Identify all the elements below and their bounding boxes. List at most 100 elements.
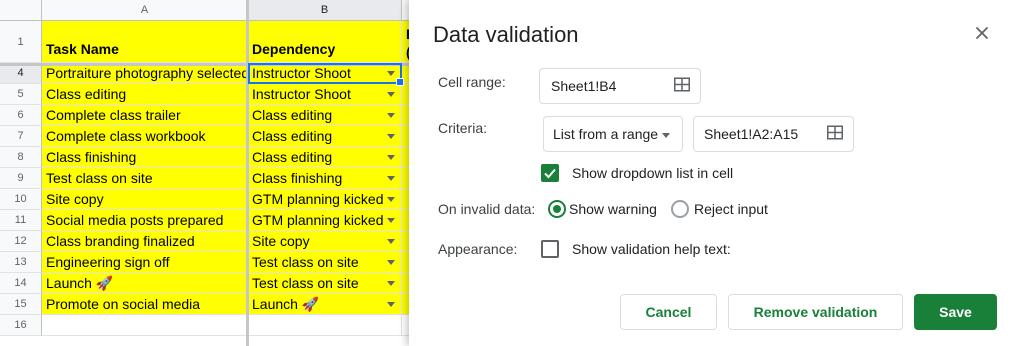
dependency-value: Class finishing (252, 170, 343, 186)
cell-range-value: Sheet1!B4 (551, 78, 617, 94)
dropdown-arrow-icon[interactable] (387, 302, 395, 307)
task-name-cell[interactable]: Class branding finalized (42, 231, 248, 252)
dependency-cell[interactable]: Class editing (248, 105, 402, 126)
task-name-cell[interactable]: Launch 🚀 (42, 273, 248, 294)
task-name-cell[interactable]: Complete class trailer (42, 105, 248, 126)
dependency-value: GTM planning kicked (252, 212, 384, 228)
dropdown-arrow-icon[interactable] (387, 176, 395, 181)
frozen-columns-divider[interactable] (246, 0, 249, 346)
row-number[interactable]: 14 (0, 273, 42, 294)
task-name-cell[interactable]: Site copy (42, 189, 248, 210)
dropdown-arrow-icon[interactable] (387, 281, 395, 286)
dependency-cell[interactable]: GTM planning kicked (248, 189, 402, 210)
row-number[interactable]: 5 (0, 84, 42, 105)
appearance-label: Appearance: (438, 241, 518, 257)
table-row: 15 Promote on social media Launch 🚀 (0, 294, 420, 315)
criteria-type-select[interactable]: List from a range (543, 116, 683, 152)
cell-range-label: Cell range: (438, 74, 506, 90)
check-icon (544, 168, 556, 179)
header-dependency[interactable]: Dependency (248, 21, 402, 63)
row-number[interactable]: 6 (0, 105, 42, 126)
row-number[interactable]: 4 (0, 63, 42, 84)
criteria-range-value: Sheet1!A2:A15 (704, 126, 799, 142)
remove-validation-button[interactable]: Remove validation (728, 294, 903, 330)
row-number[interactable]: 8 (0, 147, 42, 168)
active-cell-selection (248, 63, 404, 86)
table-row: 16 (0, 315, 420, 336)
cell-range-input[interactable]: Sheet1!B4 (539, 68, 701, 104)
dependency-cell[interactable]: Test class on site (248, 252, 402, 273)
dependency-value: Instructor Shoot (252, 86, 351, 102)
reject-input-radio[interactable] (671, 200, 689, 218)
header-task-name[interactable]: Task Name (42, 21, 248, 63)
show-warning-radio[interactable] (548, 200, 566, 218)
on-invalid-label: On invalid data: (438, 201, 536, 217)
help-text-checkbox[interactable] (541, 240, 559, 258)
criteria-range-input[interactable]: Sheet1!A2:A15 (693, 116, 854, 152)
cancel-button[interactable]: Cancel (620, 294, 717, 330)
show-warning-label[interactable]: Show warning (569, 201, 657, 217)
task-name-cell[interactable]: Class editing (42, 84, 248, 105)
row-number[interactable]: 7 (0, 126, 42, 147)
dependency-cell[interactable]: Site copy (248, 231, 402, 252)
table-row: 9 Test class on site Class finishing (0, 168, 420, 189)
row-number[interactable]: 1 (0, 21, 42, 63)
dropdown-arrow-icon[interactable] (387, 155, 395, 160)
row-number[interactable]: 16 (0, 315, 42, 336)
task-name-cell[interactable]: Test class on site (42, 168, 248, 189)
reject-input-label[interactable]: Reject input (694, 201, 768, 217)
task-name-cell[interactable]: Class finishing (42, 147, 248, 168)
dependency-cell[interactable]: Instructor Shoot (248, 84, 402, 105)
table-row: 8 Class finishing Class editing (0, 147, 420, 168)
show-dropdown-label[interactable]: Show dropdown list in cell (572, 165, 733, 181)
dropdown-arrow-icon[interactable] (387, 197, 395, 202)
dependency-cell[interactable]: Class editing (248, 126, 402, 147)
row-number[interactable]: 9 (0, 168, 42, 189)
dependency-cell[interactable]: GTM planning kicked (248, 210, 402, 231)
dependency-cell[interactable] (248, 315, 402, 336)
dependency-value: Launch 🚀 (252, 296, 320, 312)
data-validation-dialog: Data validation Cell range: Sheet1!B4 Cr… (409, 0, 1024, 346)
grid-select-icon[interactable] (674, 77, 690, 95)
dependency-value: Class editing (252, 107, 333, 123)
dependency-cell[interactable]: Class finishing (248, 168, 402, 189)
spreadsheet-grid: A B C 1 Task Name Dependency D ( 4Portra… (0, 0, 420, 346)
dialog-title: Data validation (433, 22, 579, 47)
column-header-a[interactable]: A (42, 0, 248, 21)
dependency-cell[interactable]: Class editing (248, 147, 402, 168)
dropdown-arrow-icon[interactable] (387, 92, 395, 97)
chevron-down-icon (662, 133, 670, 138)
task-name-cell[interactable] (42, 315, 248, 336)
table-row: 10 Site copy GTM planning kicked (0, 189, 420, 210)
row-number[interactable]: 12 (0, 231, 42, 252)
table-row: 6 Complete class trailer Class editing (0, 105, 420, 126)
table-row: 5 Class editing Instructor Shoot (0, 84, 420, 105)
dropdown-arrow-icon[interactable] (387, 134, 395, 139)
save-button[interactable]: Save (914, 294, 997, 330)
row-number[interactable]: 15 (0, 294, 42, 315)
dependency-cell[interactable]: Launch 🚀 (248, 294, 402, 315)
show-dropdown-checkbox[interactable] (541, 164, 559, 182)
dropdown-arrow-icon[interactable] (387, 113, 395, 118)
row-number[interactable]: 13 (0, 252, 42, 273)
column-header-b[interactable]: B (248, 0, 402, 21)
task-name-cell[interactable]: Social media posts prepared (42, 210, 248, 231)
dropdown-arrow-icon[interactable] (387, 239, 395, 244)
header-row: 1 Task Name Dependency D ( (0, 21, 420, 63)
row-number[interactable]: 11 (0, 210, 42, 231)
task-name-cell[interactable]: Promote on social media (42, 294, 248, 315)
table-row: 7 Complete class workbook Class editing (0, 126, 420, 147)
dropdown-arrow-icon[interactable] (387, 260, 395, 265)
grid-select-icon[interactable] (827, 125, 843, 143)
select-all-corner[interactable] (0, 0, 42, 21)
dropdown-arrow-icon[interactable] (387, 218, 395, 223)
task-name-cell[interactable]: Engineering sign off (42, 252, 248, 273)
criteria-type-value: List from a range (553, 126, 659, 142)
task-name-cell[interactable]: Portraiture photography selected (42, 63, 248, 84)
task-name-cell[interactable]: Complete class workbook (42, 126, 248, 147)
close-icon[interactable] (971, 22, 993, 44)
help-text-label[interactable]: Show validation help text: (572, 241, 731, 257)
row-number[interactable]: 10 (0, 189, 42, 210)
dependency-value: Test class on site (252, 254, 359, 270)
dependency-cell[interactable]: Test class on site (248, 273, 402, 294)
